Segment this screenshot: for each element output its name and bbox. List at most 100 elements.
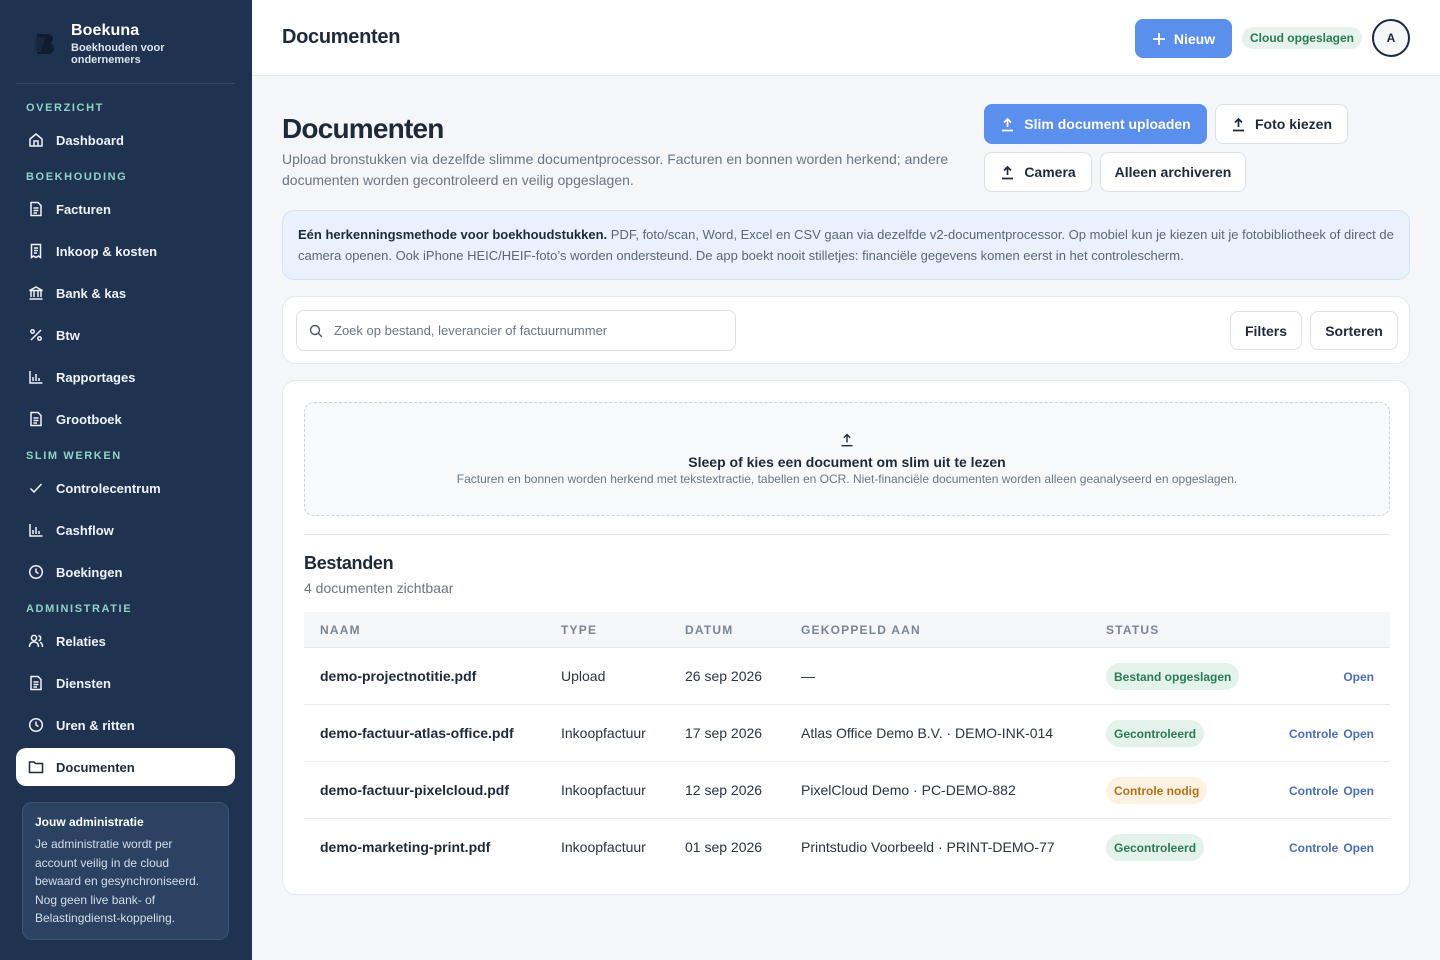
users-icon — [28, 633, 44, 649]
header-linked: GEKOPPELD AAN — [801, 623, 921, 637]
camera-button-label: Camera — [1024, 164, 1076, 180]
upload-icon — [841, 433, 853, 447]
sidebar-divider — [16, 83, 235, 84]
search-box — [296, 310, 736, 351]
camera-button[interactable]: Camera — [984, 152, 1092, 192]
sort-button[interactable]: Sorteren — [1310, 311, 1398, 350]
home-icon — [28, 132, 44, 148]
file-date: 01 sep 2026 — [685, 839, 763, 855]
table-row[interactable]: demo-factuur-pixelcloud.pdf Inkoopfactuu… — [304, 762, 1390, 819]
row-actions: Controle Open — [1289, 841, 1374, 855]
sidebar-item-rapportages[interactable]: Rapportages — [16, 358, 235, 396]
file-type: Inkoopfactuur — [561, 725, 646, 741]
files-table: NAAM TYPE DATUM GEKOPPELD AAN STATUS dem… — [304, 612, 1390, 876]
sidebar-item-label: Btw — [56, 327, 80, 343]
sidebar-item-uren-ritten[interactable]: Uren & ritten — [16, 706, 235, 744]
sidebar-item-controlecentrum[interactable]: Controlecentrum — [16, 469, 235, 507]
file-date: 12 sep 2026 — [685, 782, 763, 798]
upload-icon — [1002, 165, 1014, 179]
filters-button[interactable]: Filters — [1230, 311, 1302, 350]
sidebar-item-label: Bank & kas — [56, 285, 127, 301]
sidebar-item-documenten[interactable]: Documenten — [16, 748, 235, 786]
open-link[interactable]: Open — [1343, 841, 1374, 855]
admin-info-card: Jouw administratie Je administratie word… — [22, 802, 229, 940]
search-card: Filters Sorteren — [282, 296, 1410, 364]
admin-card-title: Jouw administratie — [35, 815, 144, 829]
file-name[interactable]: demo-projectnotitie.pdf — [320, 668, 476, 684]
section-boekhouding: BOEKHOUDING — [26, 171, 128, 183]
photo-button-label: Foto kiezen — [1254, 116, 1332, 132]
sidebar-item-diensten[interactable]: Diensten — [16, 664, 235, 702]
info-banner-bold: Eén herkenningsmethode voor boekhoudstuk… — [298, 227, 608, 242]
document-icon — [28, 201, 44, 217]
sidebar-item-label: Facturen — [56, 201, 111, 217]
sidebar-item-inkoop-kosten[interactable]: Inkoop & kosten — [16, 232, 235, 270]
sidebar-item-dashboard[interactable]: Dashboard — [16, 121, 235, 159]
review-link[interactable]: Controle — [1289, 727, 1338, 741]
status-badge: Bestand opgeslagen — [1106, 663, 1240, 690]
table-row[interactable]: demo-factuur-atlas-office.pdf Inkoopfact… — [304, 705, 1390, 762]
sidebar-item-facturen[interactable]: Facturen — [16, 190, 235, 228]
sidebar-item-label: Relaties — [56, 633, 106, 649]
sidebar-item-label: Dashboard — [56, 132, 124, 148]
clock-icon — [28, 564, 44, 580]
documents-card: Sleep of kies een document om slim uit t… — [282, 380, 1410, 895]
file-linked: — — [801, 668, 815, 684]
open-link[interactable]: Open — [1343, 727, 1374, 741]
open-link[interactable]: Open — [1343, 670, 1374, 684]
review-link[interactable]: Controle — [1289, 784, 1338, 798]
new-button[interactable]: Nieuw — [1135, 19, 1232, 58]
search-input[interactable] — [334, 323, 714, 338]
header-date: DATUM — [685, 623, 734, 637]
header-status: STATUS — [1106, 623, 1160, 637]
smart-upload-button[interactable]: Slim document uploaden — [984, 104, 1207, 144]
file-name[interactable]: demo-factuur-pixelcloud.pdf — [320, 782, 509, 798]
sidebar-item-label: Boekingen — [56, 564, 123, 580]
sidebar: Boekuna Boekhouden voor ondernemers OVER… — [0, 0, 252, 960]
folder-icon — [28, 759, 44, 775]
avatar[interactable]: A — [1372, 19, 1410, 57]
card-divider — [304, 534, 1390, 535]
archive-only-button[interactable]: Alleen archiveren — [1100, 152, 1246, 192]
file-name[interactable]: demo-factuur-atlas-office.pdf — [320, 725, 514, 741]
section-overzicht: OVERZICHT — [26, 102, 104, 114]
cloud-status-badge: Cloud opgeslagen — [1242, 27, 1362, 49]
upload-dropzone[interactable]: Sleep of kies een document om slim uit t… — [304, 402, 1390, 516]
file-linked: Atlas Office Demo B.V. · DEMO-INK-014 — [801, 725, 1054, 741]
table-row[interactable]: demo-projectnotitie.pdf Upload 26 sep 20… — [304, 648, 1390, 705]
photo-button[interactable]: Foto kiezen — [1215, 104, 1348, 144]
row-actions: Open — [1343, 670, 1374, 684]
sidebar-item-relaties[interactable]: Relaties — [16, 622, 235, 660]
files-count: 4 documenten zichtbaar — [304, 580, 454, 596]
sidebar-item-label: Grootboek — [56, 411, 122, 427]
table-row[interactable]: demo-marketing-print.pdf Inkoopfactuur 0… — [304, 819, 1390, 876]
sidebar-item-boekingen[interactable]: Boekingen — [16, 553, 235, 591]
row-actions: Controle Open — [1289, 784, 1374, 798]
review-link[interactable]: Controle — [1289, 841, 1338, 855]
status-badge: Controle nodig — [1106, 777, 1208, 804]
file-linked: Printstudio Voorbeeld · PRINT-DEMO-77 — [801, 839, 1055, 855]
file-date: 17 sep 2026 — [685, 725, 763, 741]
clock-icon — [28, 717, 44, 733]
sidebar-item-btw[interactable]: Btw — [16, 316, 235, 354]
table-header: NAAM TYPE DATUM GEKOPPELD AAN STATUS — [304, 612, 1390, 648]
receipt-icon — [28, 243, 44, 259]
document-icon — [28, 675, 44, 691]
boekuna-logo-icon — [34, 34, 54, 54]
sidebar-item-label: Diensten — [56, 675, 111, 691]
info-banner: Eén herkenningsmethode voor boekhoudstuk… — [282, 210, 1410, 280]
open-link[interactable]: Open — [1343, 784, 1374, 798]
brand[interactable]: Boekuna Boekhouden voor ondernemers — [28, 22, 238, 68]
file-type: Inkoopfactuur — [561, 839, 646, 855]
status-badge: Gecontroleerd — [1106, 834, 1205, 861]
header-type: TYPE — [561, 623, 598, 637]
bar-chart-icon — [28, 369, 44, 385]
sidebar-item-bank-kas[interactable]: Bank & kas — [16, 274, 235, 312]
sidebar-item-grootboek[interactable]: Grootboek — [16, 400, 235, 438]
row-actions: Controle Open — [1289, 727, 1374, 741]
topbar: Documenten Nieuw Cloud opgeslagen A — [252, 0, 1440, 76]
percent-icon — [28, 327, 44, 343]
sidebar-item-label: Rapportages — [56, 369, 136, 385]
file-name[interactable]: demo-marketing-print.pdf — [320, 839, 490, 855]
sidebar-item-cashflow[interactable]: Cashflow — [16, 511, 235, 549]
